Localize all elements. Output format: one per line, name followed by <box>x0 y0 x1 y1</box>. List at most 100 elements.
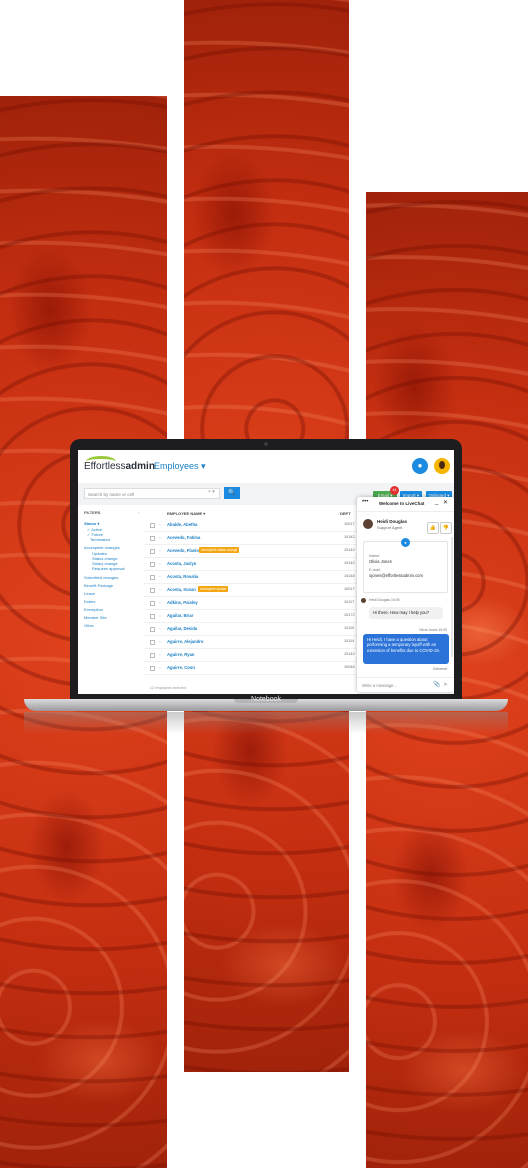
star-icon[interactable]: ☆ <box>158 574 162 580</box>
table-row[interactable]: ☆ Aguirre, Ryan 10142 <box>144 649 358 662</box>
employee-dept: 10148 <box>344 574 355 578</box>
star-icon[interactable]: ☆ <box>158 522 162 528</box>
table-row[interactable]: ☆ Acosta, Jaclyn 10142 <box>144 558 358 571</box>
filter-exemption[interactable]: Exemption <box>84 607 103 612</box>
employee-name[interactable]: Acevedo, Flavio <box>167 548 199 553</box>
laptop-label: Notebook <box>251 696 281 703</box>
table-row[interactable]: ☆ Aguilar, Desida 10110 <box>144 623 358 636</box>
star-icon[interactable]: ☆ <box>158 613 162 619</box>
minimize-icon[interactable]: _ <box>435 499 438 505</box>
filters-sidebar: FILTERS ‹ Status ▾ ✓ Active ✓ Future Ter… <box>78 505 145 694</box>
email-value: ojones@effortlessadmin.com <box>369 573 423 578</box>
table-row[interactable]: ☆ Acosta, Susan Incomplete update 10017 <box>144 584 358 597</box>
row-checkbox[interactable] <box>150 588 155 593</box>
row-checkbox[interactable] <box>150 627 155 632</box>
employee-name[interactable]: Adkins, Paisley <box>167 600 198 605</box>
chat-scrollbar[interactable] <box>451 537 453 657</box>
paperclip-icon[interactable]: 📎 <box>433 681 440 688</box>
send-icon[interactable]: ➤ <box>443 681 448 688</box>
search-clear-icon[interactable]: × ▾ <box>208 489 215 495</box>
laptop: Effortlessadmin Employees ▾ ● Search by … <box>70 439 462 701</box>
filter-duties[interactable]: Duties <box>84 599 95 604</box>
user-message-meta: Olivia Jones 15:05 <box>419 628 447 632</box>
star-icon[interactable]: ☆ <box>158 587 162 593</box>
employee-name[interactable]: Aguilar, Briar <box>167 613 193 618</box>
collapse-icon[interactable]: ‹ <box>138 510 139 515</box>
row-checkbox[interactable] <box>150 601 155 606</box>
table-row[interactable]: ☆ Acevedo, Fatima 10142 <box>144 532 358 545</box>
thumbs-up-icon[interactable]: 👍 <box>427 522 439 534</box>
table-footer: 12 employees selected <box>150 686 186 690</box>
column-header-name[interactable]: EMPLOYEE NAME ▾ <box>167 511 205 516</box>
filter-benefit-package[interactable]: Benefit Package <box>84 583 113 588</box>
agent-message: Hi there. How may I help you? <box>369 607 443 619</box>
laptop-base: Notebook <box>24 696 508 711</box>
close-icon[interactable]: ✕ <box>443 499 448 506</box>
star-icon[interactable]: ☆ <box>158 639 162 645</box>
app-header: Effortlessadmin Employees ▾ ● <box>78 450 454 484</box>
employee-dept: 10017 <box>344 587 355 591</box>
employee-name[interactable]: Aguirre, Coon <box>167 665 195 670</box>
column-header-dept[interactable]: DEPT <box>340 511 351 516</box>
filter-requires-approval[interactable]: Requires approval <box>92 566 124 571</box>
star-icon[interactable]: ☆ <box>158 626 162 632</box>
employee-name[interactable]: Aguirre, Alejandro <box>167 639 203 644</box>
agent-name: Heidi Douglas <box>377 519 408 524</box>
row-checkbox[interactable] <box>150 575 155 580</box>
star-icon[interactable]: ☆ <box>158 535 162 541</box>
employee-name[interactable]: Acosta, Jaclyn <box>167 561 196 566</box>
app-logo[interactable]: Effortlessadmin <box>84 461 155 472</box>
chat-bubble-icon[interactable]: ● <box>412 458 428 474</box>
search-input[interactable]: Search by name or cell <box>84 488 220 499</box>
employee-dept: 10117 <box>344 600 355 604</box>
filter-member-site[interactable]: Member Site <box>84 615 107 620</box>
star-icon[interactable]: ☆ <box>158 600 162 606</box>
message-input[interactable]: Write a message... <box>362 683 397 688</box>
table-row[interactable]: ☆ Acevedo, Flavio Incomplete status chan… <box>144 545 358 558</box>
filter-terminated[interactable]: Terminated <box>90 537 110 542</box>
row-checkbox[interactable] <box>150 549 155 554</box>
table-row[interactable]: ☆ Abalde, Abetha 10017 <box>144 519 358 532</box>
filter-leave[interactable]: Leave <box>84 591 95 596</box>
employee-name[interactable]: Aguirre, Ryan <box>167 652 194 657</box>
table-row[interactable]: ☆ Aguilar, Briar 10172 <box>144 610 358 623</box>
filters-header: FILTERS <box>84 510 101 515</box>
employee-name[interactable]: Acevedo, Fatima <box>167 535 200 540</box>
agent-avatar <box>363 519 373 529</box>
logo-text-bold: admin <box>125 461 155 472</box>
name-value: Olivia Jones <box>369 559 392 564</box>
employee-name[interactable]: Acosta, Susan <box>167 587 196 592</box>
search-button[interactable]: 🔍 <box>224 487 240 499</box>
employee-name[interactable]: Aguilar, Desida <box>167 626 197 631</box>
row-checkbox[interactable] <box>150 640 155 645</box>
filter-submitted-changes[interactable]: Submitted changes <box>84 575 118 580</box>
chat-title: Welcome to LiveChat <box>379 501 425 506</box>
table-row[interactable]: ☆ Aguirre, Alejandro 10114 <box>144 636 358 649</box>
star-icon[interactable]: ☆ <box>158 548 162 554</box>
employee-name[interactable]: Acosta, Rosalia <box>167 574 198 579</box>
row-checkbox[interactable] <box>150 666 155 671</box>
user-message: Hi Heidi, I have a question about perfor… <box>363 634 449 664</box>
filter-incomplete-changes[interactable]: Incomplete changes <box>84 545 120 550</box>
row-checkbox[interactable] <box>150 614 155 619</box>
star-icon[interactable]: ☆ <box>158 652 162 658</box>
page-title-dropdown[interactable]: Employees ▾ <box>154 461 206 472</box>
table-row[interactable]: ☆ Aguirre, Coon 10045 <box>144 662 358 675</box>
table-row[interactable]: ☆ Acosta, Rosalia 10148 <box>144 571 358 584</box>
star-icon[interactable]: ☆ <box>158 665 162 671</box>
more-options-icon[interactable]: ••• <box>362 499 368 505</box>
table-row[interactable]: ☆ Adkins, Paisley 10117 <box>144 597 358 610</box>
row-checkbox[interactable] <box>150 562 155 567</box>
filter-status[interactable]: Status ▾ <box>84 521 99 526</box>
agent-role: Support Agent <box>377 525 403 530</box>
star-icon[interactable]: ☆ <box>158 561 162 567</box>
row-checkbox[interactable] <box>150 523 155 528</box>
employee-name[interactable]: Abalde, Abetha <box>167 522 197 527</box>
thumbs-down-icon[interactable]: 👎 <box>440 522 452 534</box>
employee-dept: 10142 <box>344 652 355 656</box>
filter-other[interactable]: Other <box>84 623 94 628</box>
agent-mini-avatar <box>361 598 366 603</box>
row-checkbox[interactable] <box>150 536 155 541</box>
row-checkbox[interactable] <box>150 653 155 658</box>
user-avatar[interactable] <box>434 458 450 474</box>
